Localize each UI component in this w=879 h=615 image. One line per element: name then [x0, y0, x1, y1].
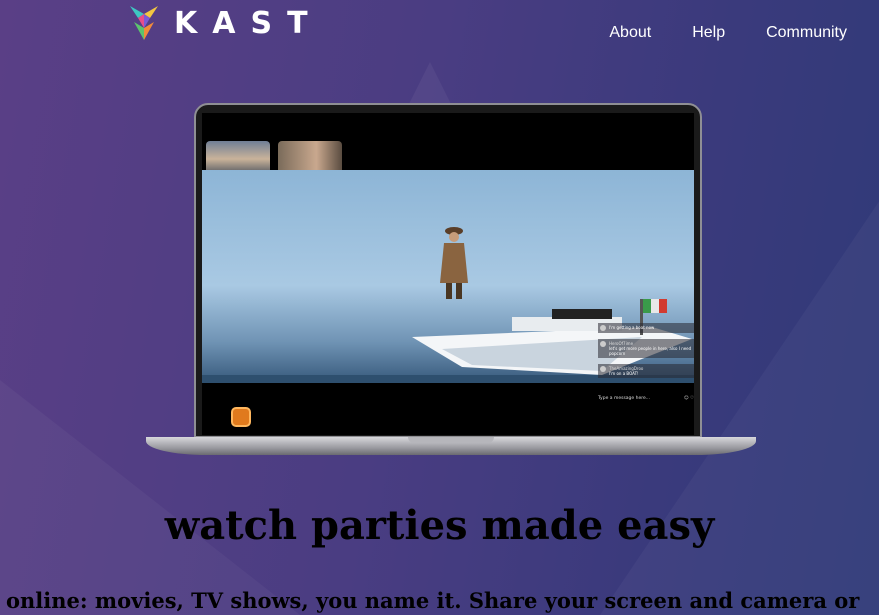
avatar: [600, 341, 606, 347]
main-nav: About Help Community: [568, 24, 847, 42]
heart-icon[interactable]: ♡: [690, 396, 694, 401]
chat-message-text: I'm on a BOAT!: [609, 371, 639, 376]
app-badge-icon[interactable]: [231, 407, 251, 427]
smiley-icon[interactable]: ☺: [684, 396, 689, 401]
laptop-lid: I'm getting a boat now HeroOf7ime let's …: [194, 103, 702, 438]
brand-name: KAST: [174, 5, 323, 41]
laptop-notch: [408, 437, 494, 443]
nav-link-community[interactable]: Community: [766, 24, 847, 42]
chat-message: I'm getting a boat now: [598, 323, 694, 333]
man-in-coat-figure: [440, 227, 468, 299]
chat-message: HeroOf7ime let's get more people in here…: [598, 339, 694, 358]
chat-input-field[interactable]: Type a message here... ☺ ♡: [598, 396, 694, 401]
fox-logo-icon: [130, 6, 158, 40]
laptop-screen: I'm getting a boat now HeroOf7ime let's …: [202, 113, 694, 435]
top-navigation-bar: KAST About Help Community: [0, 0, 879, 62]
chat-input-placeholder: Type a message here...: [598, 396, 651, 401]
avatar: [600, 366, 606, 372]
chat-panel: I'm getting a boat now HeroOf7ime let's …: [598, 323, 694, 384]
chat-message-text: I'm getting a boat now: [609, 325, 655, 330]
hero-subtitle: online: movies, TV shows, you name it. S…: [6, 588, 860, 613]
avatar: [600, 325, 606, 331]
laptop-mockup-image: I'm getting a boat now HeroOf7ime let's …: [146, 103, 756, 455]
chat-message-text: let's get more people in here, also I ne…: [609, 346, 692, 356]
nav-link-about[interactable]: About: [609, 24, 651, 42]
hero-title: watch parties made easy: [164, 502, 715, 549]
brand-logo[interactable]: KAST: [128, 4, 323, 42]
nav-link-help[interactable]: Help: [692, 24, 725, 42]
chat-message: TheAmazingDroo I'm on a BOAT!: [598, 364, 694, 378]
